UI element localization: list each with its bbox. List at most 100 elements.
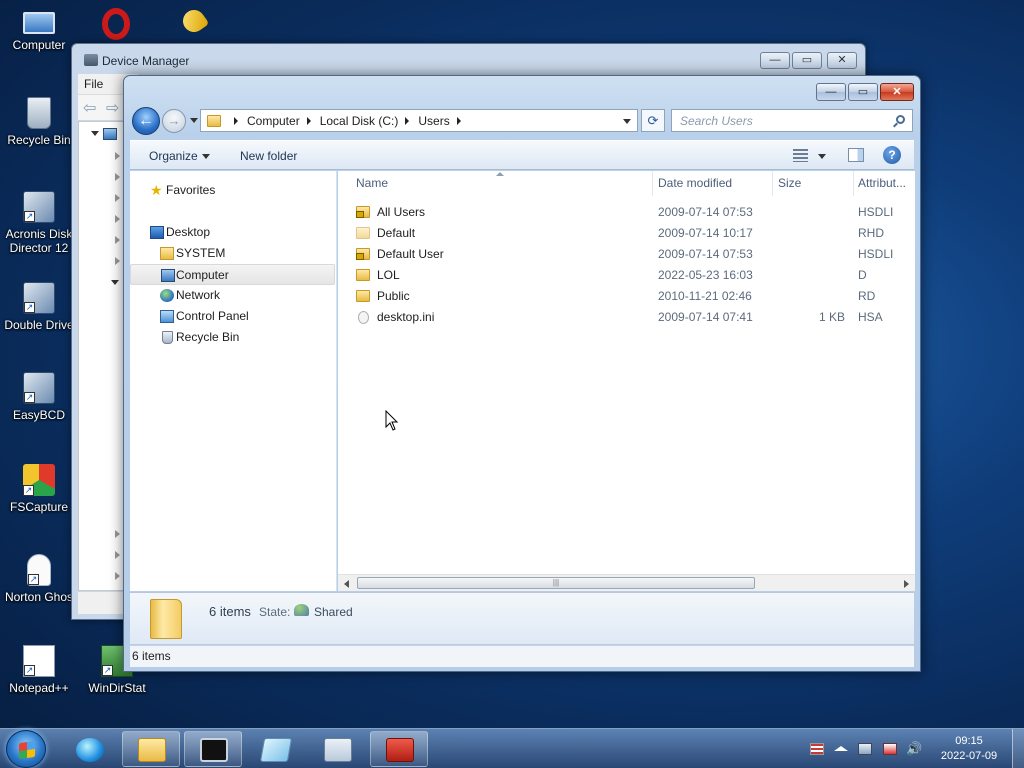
breadcrumb-users[interactable]: Users [418, 114, 449, 128]
easybcd-icon: ↗ [23, 372, 55, 404]
expanded-arrow-icon[interactable] [91, 131, 99, 136]
forward-button[interactable]: → [162, 109, 186, 133]
file-row[interactable]: Default 2009-07-14 10:17 RHD [338, 223, 915, 244]
address-dropdown-icon[interactable] [623, 119, 631, 124]
status-text: 6 items [132, 649, 171, 663]
computer-icon [161, 269, 175, 282]
file-row[interactable]: Public 2010-11-21 02:46 RD [338, 286, 915, 307]
nav-system[interactable]: SYSTEM [130, 243, 335, 264]
nav-recycle-bin[interactable]: Recycle Bin [130, 327, 335, 348]
organize-button[interactable]: Organize [149, 149, 210, 163]
file-date: 2010-11-21 02:46 [658, 289, 752, 303]
preview-pane-icon[interactable] [848, 148, 864, 162]
desktop-icon-label: Recycle Bin [7, 133, 71, 147]
network-status-icon[interactable] [883, 743, 897, 755]
action-center-icon[interactable] [858, 743, 872, 755]
scroll-left-icon[interactable] [344, 580, 349, 588]
expand-arrow-icon[interactable] [115, 257, 120, 265]
recent-pages-dropdown[interactable] [190, 118, 198, 123]
breadcrumb-computer[interactable]: Computer [247, 114, 300, 128]
chevron-right-icon[interactable] [405, 116, 410, 125]
start-button[interactable] [6, 730, 46, 768]
scrollbar-thumb[interactable]: ||| [357, 577, 755, 589]
minimize-button[interactable]: — [816, 83, 846, 101]
expand-arrow-icon[interactable] [115, 194, 120, 202]
close-button[interactable]: ✕ [827, 52, 857, 69]
nav-network[interactable]: Network [130, 285, 335, 306]
chevron-right-icon[interactable] [306, 116, 311, 125]
desktop-icon-computer[interactable]: Computer [1, 8, 77, 52]
taskbar-internet-explorer[interactable] [60, 731, 118, 767]
taskbar-device-manager[interactable] [370, 731, 428, 767]
chevron-right-icon[interactable] [456, 116, 461, 125]
chevron-right-icon[interactable] [234, 116, 238, 125]
view-options-icon[interactable] [793, 149, 808, 162]
desktop-icon-key[interactable] [156, 5, 232, 37]
explorer-window[interactable]: — ▭ ✕ ← → Computer Local Disk (C:) Users… [123, 75, 921, 672]
expand-arrow-icon[interactable] [115, 152, 120, 160]
view-dropdown-icon[interactable] [818, 154, 826, 159]
taskbar-notepad[interactable] [246, 731, 304, 767]
organize-label: Organize [149, 149, 198, 163]
help-icon[interactable]: ? [883, 146, 901, 164]
breadcrumb-local-disk[interactable]: Local Disk (C:) [320, 114, 399, 128]
language-flag-icon[interactable] [810, 743, 824, 755]
nav-computer[interactable]: Computer [130, 264, 335, 285]
back-arrow-icon[interactable]: ⇦ [83, 98, 96, 118]
desktop-icon-fscapture[interactable]: ↗ FSCapture [1, 464, 77, 514]
nav-favorites[interactable]: ★ Favorites [130, 180, 335, 201]
volume-icon[interactable]: 🔊 [906, 742, 922, 755]
system-clock[interactable]: 09:15 2022-07-09 [935, 734, 1003, 764]
network-icon [160, 289, 174, 302]
back-button[interactable]: ← [132, 107, 160, 135]
file-row[interactable]: desktop.ini 2009-07-14 07:41 1 KB HSA [338, 307, 915, 328]
desktop-icon-notepad-plus-plus[interactable]: ↗ Notepad++ [1, 645, 77, 695]
maximize-button[interactable]: ▭ [848, 83, 878, 101]
column-header-name[interactable]: Name [338, 171, 653, 196]
shortcut-arrow-icon: ↗ [24, 211, 35, 222]
search-input[interactable]: Search Users [671, 109, 913, 132]
desktop-icon-easybcd[interactable]: ↗ EasyBCD [1, 372, 77, 422]
expanded-arrow-icon[interactable] [111, 280, 119, 285]
menu-file[interactable]: File [84, 77, 103, 91]
column-header-attributes[interactable]: Attribut... [854, 171, 915, 196]
new-folder-button[interactable]: New folder [240, 149, 297, 163]
expand-arrow-icon[interactable] [115, 530, 120, 538]
taskbar-explorer[interactable] [122, 731, 180, 767]
desktop-icon-label: Director 12 [9, 241, 69, 255]
taskbar-command-prompt[interactable] [184, 731, 242, 767]
file-list-pane[interactable]: Name Date modified Size Attribut... All … [338, 171, 915, 591]
nav-label: Recycle Bin [176, 330, 240, 344]
show-hidden-icons-icon[interactable] [834, 746, 848, 751]
desktop-icon-recycle-bin[interactable]: Recycle Bin [1, 97, 77, 147]
expand-arrow-icon[interactable] [115, 215, 120, 223]
expand-arrow-icon[interactable] [115, 551, 120, 559]
maximize-button[interactable]: ▭ [792, 52, 822, 69]
horizontal-scrollbar[interactable]: ||| [338, 574, 915, 591]
chevron-down-icon [201, 154, 210, 160]
scroll-right-icon[interactable] [904, 580, 909, 588]
expand-arrow-icon[interactable] [115, 236, 120, 244]
search-icon[interactable] [896, 115, 905, 124]
file-row[interactable]: LOL 2022-05-23 16:03 D [338, 265, 915, 286]
desktop-icon-norton-ghost[interactable]: ↗ Norton Ghos [1, 554, 77, 604]
forward-arrow-icon[interactable]: ⇨ [106, 98, 119, 118]
file-row[interactable]: Default User 2009-07-14 07:53 HSDLI [338, 244, 915, 265]
refresh-button[interactable]: ⟳ [641, 109, 665, 132]
desktop-icon-acronis[interactable]: ↗ Acronis Disk Director 12 [1, 191, 77, 255]
nav-desktop[interactable]: Desktop [130, 222, 335, 243]
close-button[interactable]: ✕ [880, 83, 914, 101]
address-bar[interactable]: Computer Local Disk (C:) Users [200, 109, 638, 132]
expand-arrow-icon[interactable] [115, 572, 120, 580]
column-header-date[interactable]: Date modified [654, 171, 773, 196]
desktop-icon-opera[interactable] [78, 8, 154, 44]
minimize-button[interactable]: — [760, 52, 790, 69]
expand-arrow-icon[interactable] [115, 173, 120, 181]
desktop-icon-double-driver[interactable]: ↗ Double Drive [1, 282, 77, 332]
state-value: Shared [314, 605, 353, 619]
column-header-size[interactable]: Size [774, 171, 854, 196]
taskbar-calculator[interactable] [308, 731, 366, 767]
nav-control-panel[interactable]: Control Panel [130, 306, 335, 327]
file-row[interactable]: All Users 2009-07-14 07:53 HSDLI [338, 202, 915, 223]
show-desktop-button[interactable] [1012, 729, 1024, 768]
